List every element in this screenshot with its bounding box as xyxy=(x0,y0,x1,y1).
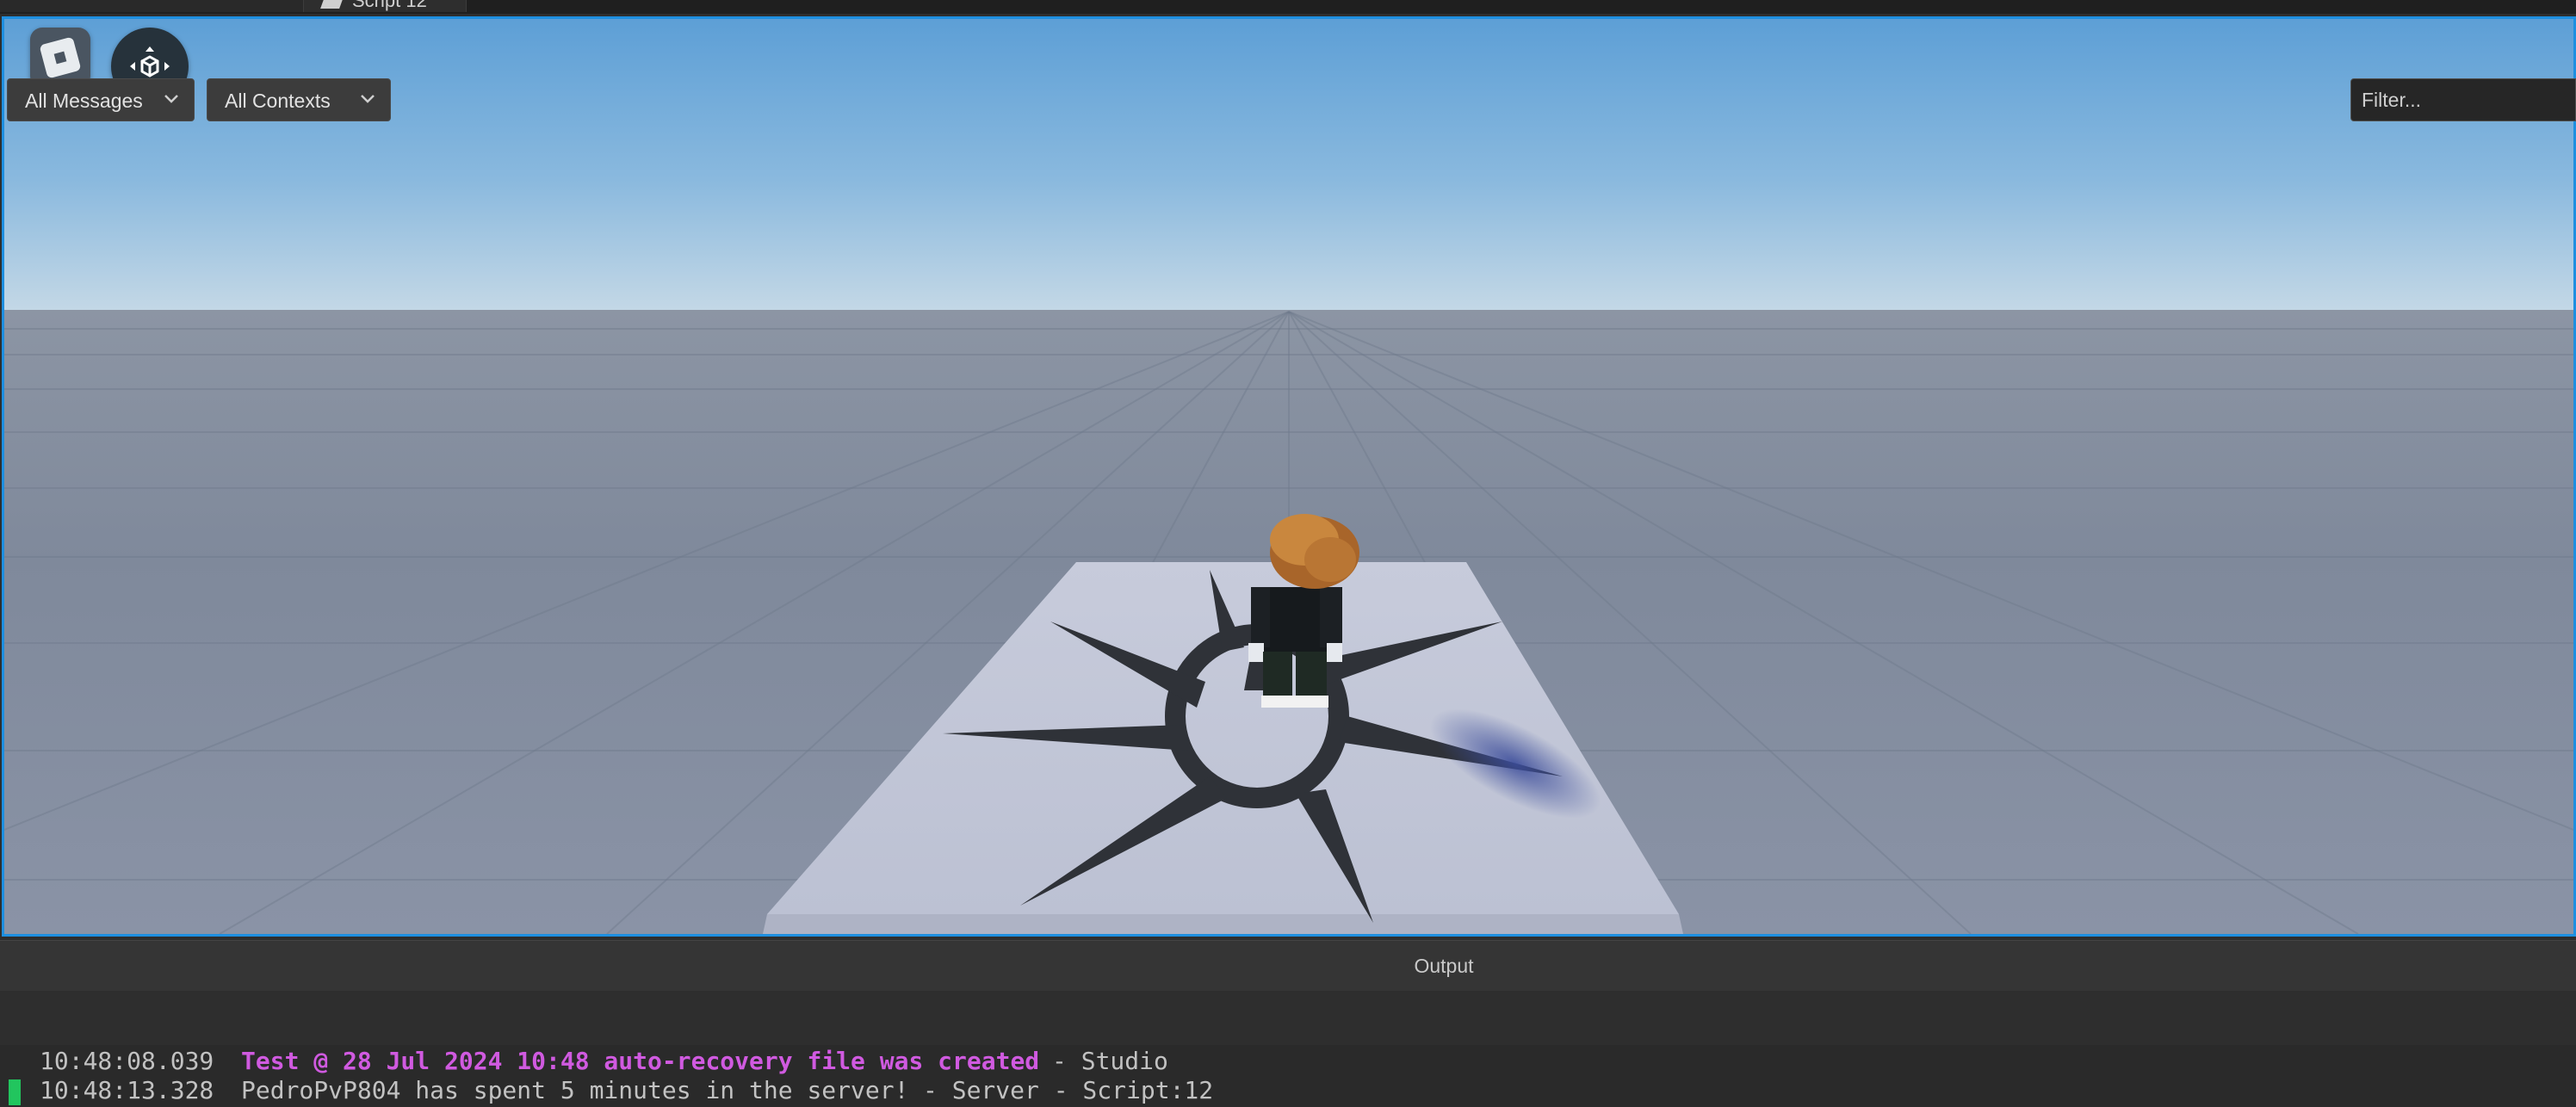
tab-label: Script 12 xyxy=(352,0,427,11)
scene-render xyxy=(4,19,2573,934)
log-timestamp: 10:48:13.328 xyxy=(40,1076,214,1104)
output-log: 10:48:08.039 Test @ 28 Jul 2024 10:48 au… xyxy=(0,1045,2576,1107)
contexts-filter-dropdown[interactable]: All Contexts xyxy=(207,78,391,121)
messages-filter-label: All Messages xyxy=(25,90,143,112)
messages-filter-dropdown[interactable]: All Messages xyxy=(7,78,195,121)
script-icon xyxy=(320,0,344,9)
output-header: Output xyxy=(0,940,2576,992)
log-timestamp: 10:48:08.039 xyxy=(40,1047,214,1075)
log-message: PedroPvP804 has spent 5 minutes in the s… xyxy=(241,1076,909,1104)
tab-script[interactable]: Script 12 xyxy=(303,0,467,12)
chevron-down-icon xyxy=(164,95,178,103)
log-row[interactable]: 10:48:08.039 Test @ 28 Jul 2024 10:48 au… xyxy=(0,1047,2576,1076)
output-filter-input[interactable] xyxy=(2350,78,2576,121)
log-source: - Server - Script:12 xyxy=(923,1076,1214,1104)
tab-previous[interactable] xyxy=(0,0,304,12)
log-row[interactable]: 10:48:13.328 PedroPvP804 has spent 5 min… xyxy=(0,1076,2576,1105)
output-title: Output xyxy=(1414,955,1474,977)
chevron-down-icon xyxy=(361,95,375,103)
log-marker xyxy=(9,1079,21,1105)
tab-strip: Script 12 xyxy=(0,0,2576,14)
log-source: - Studio xyxy=(1052,1047,1168,1075)
roblox-logo-icon xyxy=(39,36,82,79)
game-viewport[interactable] xyxy=(2,16,2576,937)
contexts-filter-label: All Contexts xyxy=(225,90,331,112)
log-message: Test @ 28 Jul 2024 10:48 auto-recovery f… xyxy=(241,1047,1040,1075)
